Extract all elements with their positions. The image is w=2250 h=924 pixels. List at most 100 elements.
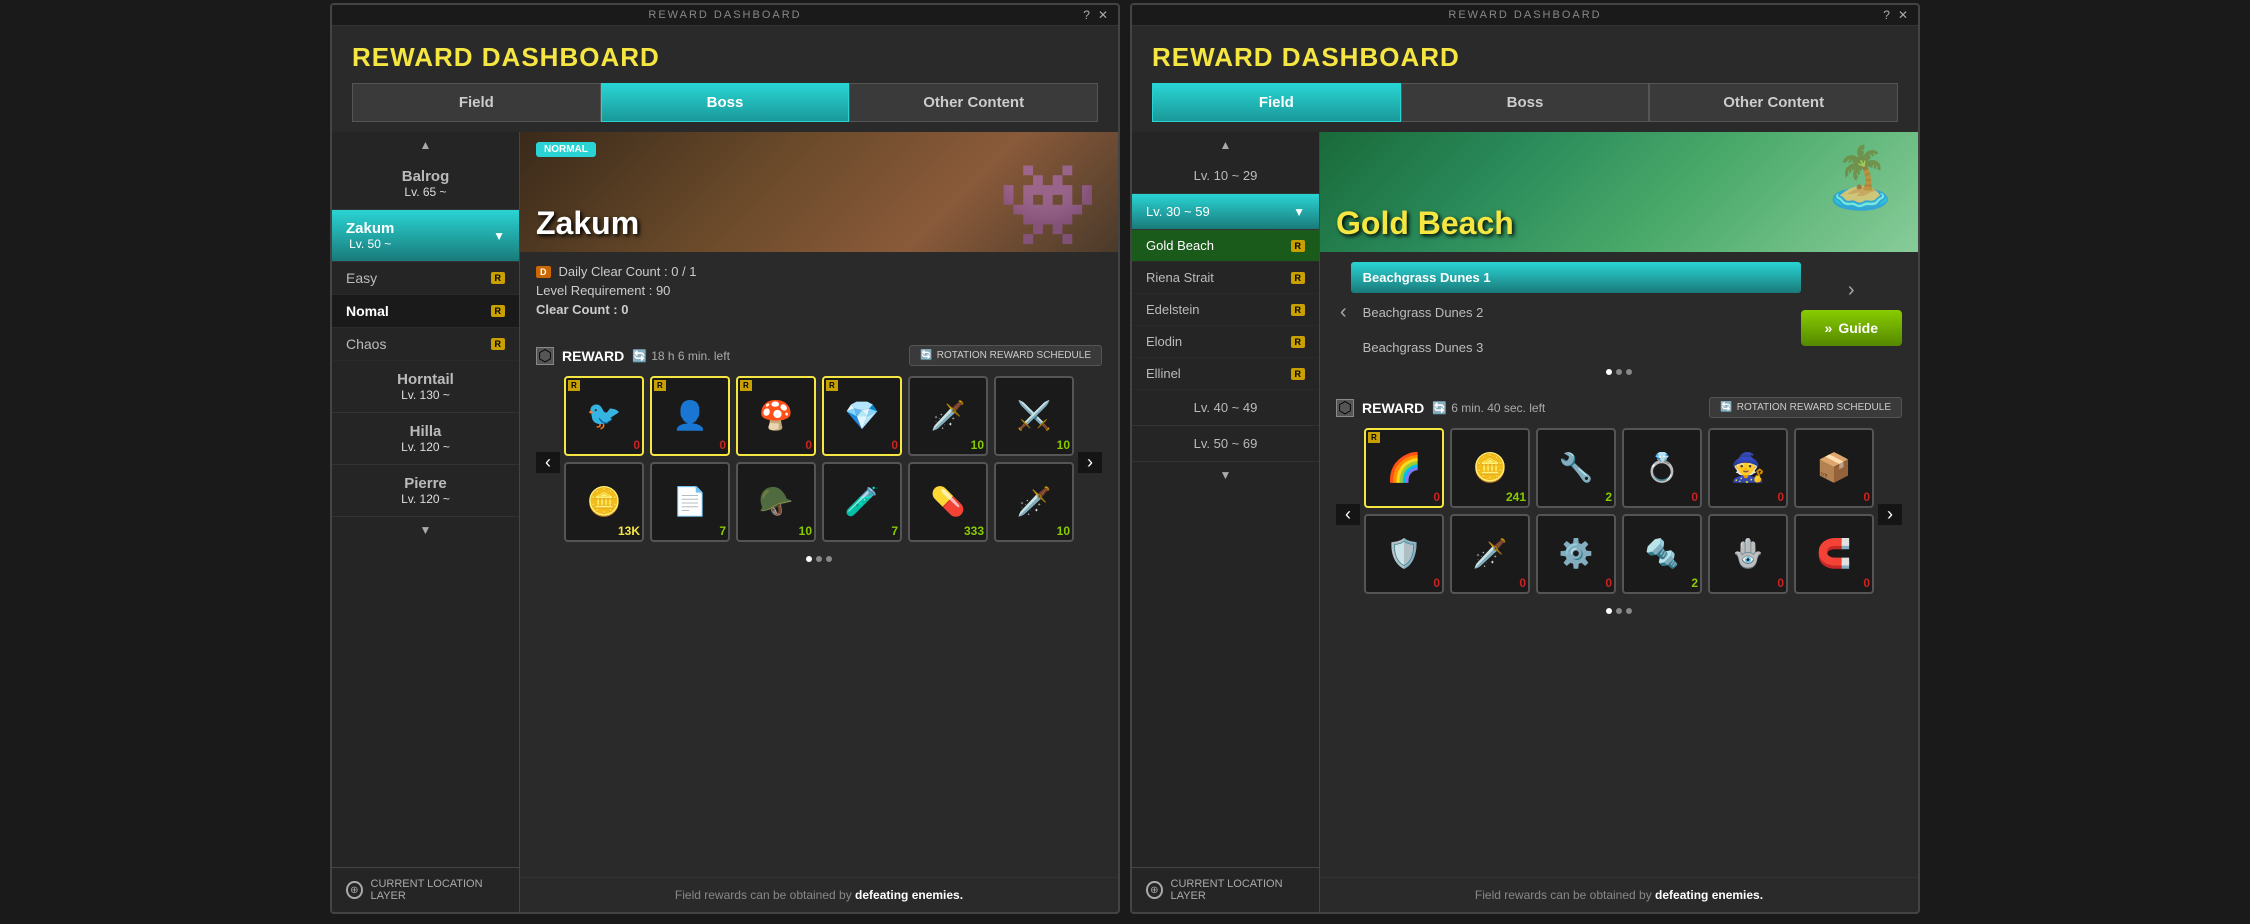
reward-row1-left: R 🐦 0 R 👤 0 R <box>564 376 1074 456</box>
collapse-up-btn[interactable]: ▲ <box>332 132 519 158</box>
boss-item-pierre[interactable]: PierreLv. 120 ~ <box>332 465 519 517</box>
reward-prev-right[interactable]: ‹ <box>1336 504 1360 525</box>
guide-button-right[interactable]: » Guide <box>1801 310 1902 346</box>
chaos-badge: R <box>491 338 506 350</box>
item-icon-7: 🪙 <box>587 488 622 516</box>
item-count-3: 0 <box>805 438 812 452</box>
rotation-btn-left[interactable]: 🔄 ROTATION REWARD SCHEDULE <box>909 345 1102 366</box>
r-badge-1: R <box>568 380 580 391</box>
item-count-11: 333 <box>964 524 984 538</box>
item-icon-10: 🧪 <box>845 488 880 516</box>
reward-title-right: REWARD <box>1362 400 1424 416</box>
reward-pagination-right <box>1336 608 1902 614</box>
tab-boss-right[interactable]: Boss <box>1401 83 1650 122</box>
left-body: ▲ BalrogLv. 65 ~ ZakumLv. 50 ~ ▼ Easy R … <box>332 132 1118 912</box>
item-count-12: 10 <box>1057 524 1070 538</box>
r-badge-4: R <box>826 380 838 391</box>
item-icon-r8: 🗡️ <box>1473 540 1508 568</box>
sub-nav-next[interactable]: › <box>1844 279 1859 302</box>
boss-item-zakum[interactable]: ZakumLv. 50 ~ ▼ <box>332 210 519 262</box>
close-icon[interactable]: ✕ <box>1098 8 1110 22</box>
field-collapse-down[interactable]: ▼ <box>1132 462 1319 488</box>
reward-next-right[interactable]: › <box>1878 504 1902 525</box>
item-icon-r1: 🌈 <box>1387 454 1422 482</box>
item-icon-4: 💎 <box>845 402 880 430</box>
field-item-ellinel[interactable]: Ellinel R <box>1132 358 1319 390</box>
tab-other-left[interactable]: Other Content <box>849 83 1098 122</box>
field-item-gold-beach[interactable]: Gold Beach R <box>1132 230 1319 262</box>
item-icon-9: 🪖 <box>759 488 794 516</box>
sub-dot-3 <box>1626 369 1632 375</box>
item-count-r8: 0 <box>1519 576 1526 590</box>
reward-item-7: 🪙 13K <box>564 462 644 542</box>
item-count-1: 0 <box>633 438 640 452</box>
item-icon-r2: 🪙 <box>1473 454 1508 482</box>
right-body: ▲ Lv. 10 ~ 29 Lv. 30 ~ 59 ▼ Gold Beach R… <box>1132 132 1918 912</box>
dot-3 <box>826 556 832 562</box>
left-tabs: Field Boss Other Content <box>352 83 1098 122</box>
boss-item-hilla[interactable]: HillaLv. 120 ~ <box>332 413 519 465</box>
item-count-r1: 0 <box>1433 490 1440 504</box>
boss-item-balrog[interactable]: BalrogLv. 65 ~ <box>332 158 519 210</box>
item-icon-r3: 🔧 <box>1559 454 1594 482</box>
current-location-btn-left[interactable]: ⊕ CURRENT LOCATION LAYER <box>332 867 519 912</box>
sub-loc-3[interactable]: Beachgrass Dunes 3 <box>1351 332 1801 363</box>
item-count-r9: 0 <box>1605 576 1612 590</box>
level-group-10-29[interactable]: Lv. 10 ~ 29 <box>1132 158 1319 194</box>
boss-item-horntail[interactable]: HorntailLv. 130 ~ <box>332 361 519 413</box>
field-collapse-up[interactable]: ▲ <box>1132 132 1319 158</box>
level-group-30-59[interactable]: Lv. 30 ~ 59 ▼ <box>1132 194 1319 230</box>
location-icon-left: ⊕ <box>346 881 363 899</box>
difficulty-nomal[interactable]: Nomal R <box>332 295 519 328</box>
reward-item-2: R 👤 0 <box>650 376 730 456</box>
reward-item-r10: 🔩 2 <box>1622 514 1702 594</box>
level-group-50-69[interactable]: Lv. 50 ~ 69 <box>1132 426 1319 462</box>
daily-badge: D <box>536 266 551 278</box>
tab-field-right[interactable]: Field <box>1152 83 1401 122</box>
item-count-r3: 2 <box>1605 490 1612 504</box>
reward-next-left[interactable]: › <box>1078 452 1102 473</box>
item-icon-r10: 🔩 <box>1645 540 1680 568</box>
field-item-elodin[interactable]: Elodin R <box>1132 326 1319 358</box>
tab-other-right[interactable]: Other Content <box>1649 83 1898 122</box>
reward-prev-left[interactable]: ‹ <box>536 452 560 473</box>
current-location-btn-right[interactable]: ⊕ CURRENT LOCATION LAYER <box>1132 867 1319 912</box>
level-req-row: Level Requirement : 90 <box>536 283 697 298</box>
tab-field-left[interactable]: Field <box>352 83 601 122</box>
item-icon-1: 🐦 <box>587 402 622 430</box>
item-count-8: 7 <box>719 524 726 538</box>
timer-icon-left: 🔄 <box>632 349 647 363</box>
difficulty-easy[interactable]: Easy R <box>332 262 519 295</box>
item-icon-2: 👤 <box>673 402 708 430</box>
field-item-riena[interactable]: Riena Strait R <box>1132 262 1319 294</box>
rotation-btn-right[interactable]: 🔄 ROTATION REWARD SCHEDULE <box>1709 397 1902 418</box>
item-icon-r11: 🪬 <box>1731 540 1766 568</box>
reward-item-r3: 🔧 2 <box>1536 428 1616 508</box>
help-icon[interactable]: ? <box>1083 8 1092 22</box>
sub-loc-1[interactable]: Beachgrass Dunes 1 <box>1351 262 1801 293</box>
help-icon-right[interactable]: ? <box>1883 8 1892 22</box>
close-icon-right[interactable]: ✕ <box>1898 8 1910 22</box>
item-count-r2: 241 <box>1506 490 1526 504</box>
sub-loc-2[interactable]: Beachgrass Dunes 2 <box>1351 297 1801 328</box>
field-item-edelstein[interactable]: Edelstein R <box>1132 294 1319 326</box>
reward-item-r9: ⚙️ 0 <box>1536 514 1616 594</box>
reward-item-r2: 🪙 241 <box>1450 428 1530 508</box>
field-artwork: 🏝️ <box>1823 142 1898 213</box>
chevron-down-field: ▼ <box>1293 205 1305 219</box>
item-count-2: 0 <box>719 438 726 452</box>
item-count-9: 10 <box>799 524 812 538</box>
left-sidebar: ▲ BalrogLv. 65 ~ ZakumLv. 50 ~ ▼ Easy R … <box>332 132 520 912</box>
left-dashboard: REWARD DASHBOARD ? ✕ REWARD DASHBOARD Fi… <box>330 3 1120 914</box>
level-group-40-49[interactable]: Lv. 40 ~ 49 <box>1132 390 1319 426</box>
collapse-down-btn[interactable]: ▼ <box>332 517 519 543</box>
sub-nav-prev[interactable]: ‹ <box>1336 301 1351 324</box>
r-badge-r1: R <box>1368 432 1380 443</box>
reward-item-9: 🪖 10 <box>736 462 816 542</box>
reward-section-left: ⬡ REWARD 🔄 18 h 6 min. left 🔄 ROTATION R… <box>520 333 1118 877</box>
difficulty-chaos[interactable]: Chaos R <box>332 328 519 361</box>
left-content-panel: NORMAL Zakum 👾 D Daily Clear Count : 0 /… <box>520 132 1118 912</box>
right-dashboard: REWARD DASHBOARD ? ✕ REWARD DASHBOARD Fi… <box>1130 3 1920 914</box>
tab-boss-left[interactable]: Boss <box>601 83 850 122</box>
reward-header-left: ⬡ REWARD 🔄 18 h 6 min. left 🔄 ROTATION R… <box>536 345 1102 366</box>
